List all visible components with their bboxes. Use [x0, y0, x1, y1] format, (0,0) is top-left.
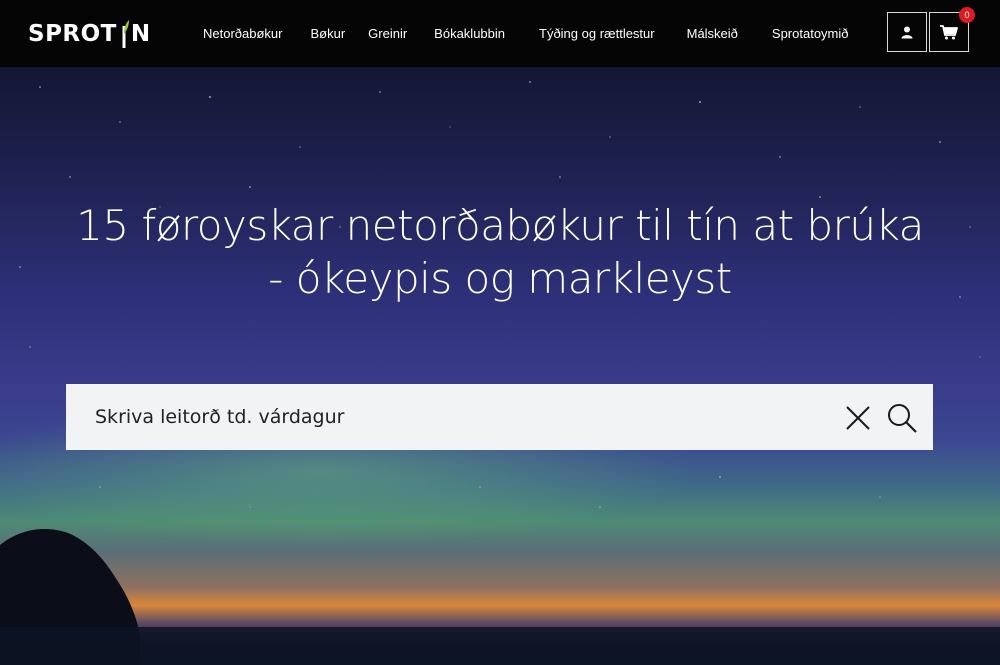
- nav-item-bokur[interactable]: Bøkur: [310, 26, 345, 41]
- sprout-icon: [122, 20, 129, 48]
- cart-count-badge: 0: [959, 7, 975, 23]
- logo-text-left: SPROT: [28, 21, 117, 47]
- close-icon[interactable]: [844, 404, 872, 432]
- account-button[interactable]: [887, 12, 927, 52]
- nav-item-netordabokur[interactable]: Netorðabøkur: [203, 26, 282, 41]
- top-navigation-bar: SPROT N Netorðabøkur Bøkur Greinir Bókak…: [0, 0, 1000, 67]
- user-icon: [901, 26, 913, 38]
- coastline-silhouette: [0, 529, 1000, 665]
- cart-icon: [940, 24, 958, 39]
- main-menu: Netorðabøkur Bøkur Greinir Bókaklubbin T…: [190, 0, 849, 67]
- hero-banner: 15 føroyskar netorðabøkur til tín at brú…: [0, 67, 1000, 665]
- hero-headline-line1: 15 føroyskar netorðabøkur til tín at brú…: [76, 201, 924, 250]
- logo-text-right: N: [130, 21, 151, 47]
- search-icon[interactable]: [886, 402, 918, 434]
- nav-item-bokaklubbin[interactable]: Bókaklubbin: [434, 26, 505, 41]
- nav-item-malskeid[interactable]: Málskeið: [687, 26, 738, 41]
- search-bar: [66, 384, 933, 450]
- sprotin-logo[interactable]: SPROT N: [28, 20, 151, 48]
- nav-item-sprotatoymid[interactable]: Sprotatoymið: [772, 26, 849, 41]
- nav-item-greinir[interactable]: Greinir: [368, 26, 407, 41]
- search-input[interactable]: [66, 384, 826, 450]
- hero-headline-line2: - ókeypis og markleyst: [268, 254, 732, 303]
- hero-headline: 15 føroyskar netorðabøkur til tín at brú…: [0, 199, 1000, 305]
- cart-button[interactable]: 0: [929, 7, 975, 52]
- nav-item-tyding-og-raettlestur[interactable]: Týðing og rættlestur: [539, 26, 655, 41]
